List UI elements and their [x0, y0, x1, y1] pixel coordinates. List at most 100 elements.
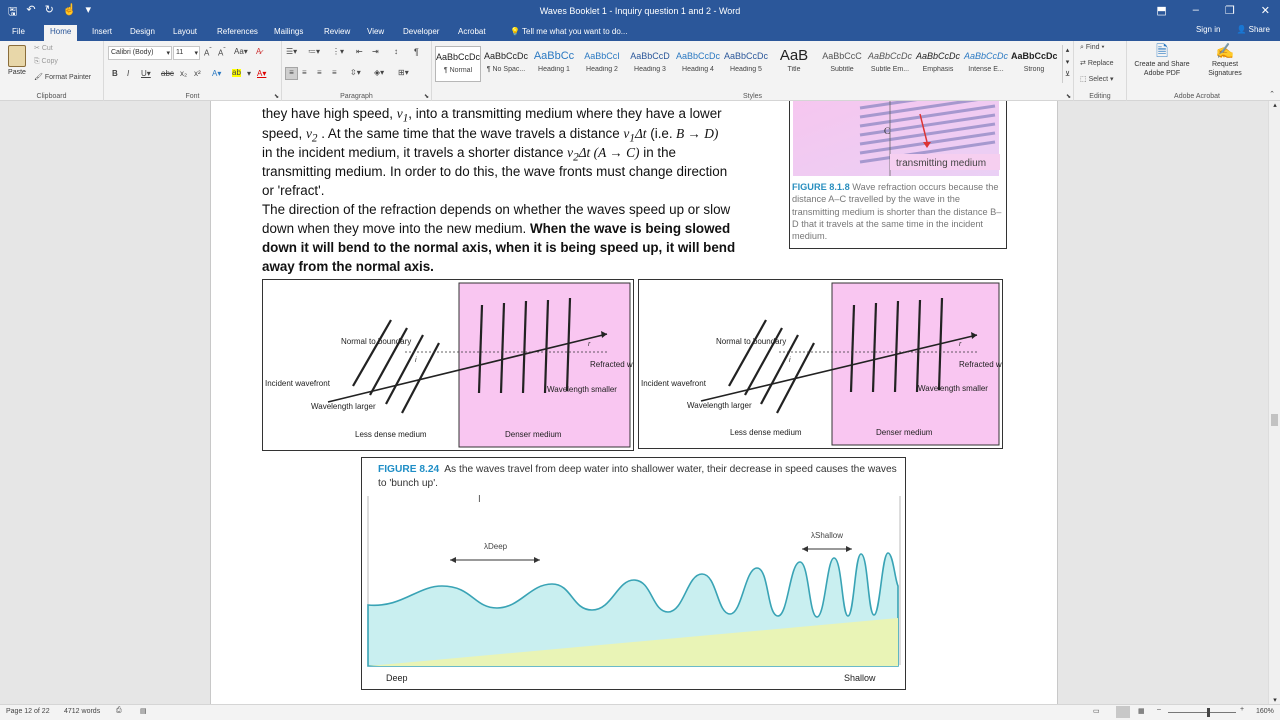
vertical-scrollbar[interactable]: ▴ ▾	[1268, 101, 1280, 704]
minimize-icon[interactable]: –	[1193, 4, 1199, 17]
refraction-figure-2[interactable]: Normal to boundary Incident wavefront Wa…	[638, 279, 1003, 449]
strikethrough-icon[interactable]: abc	[161, 69, 174, 78]
dialog-launcher-icon[interactable]: ⬊	[274, 93, 279, 100]
decrease-indent-icon[interactable]: ⇤	[356, 47, 363, 56]
tab-layout[interactable]: Layout	[167, 25, 203, 41]
borders-icon[interactable]: ⊞▾	[398, 68, 409, 77]
paste-button[interactable]: Paste	[5, 45, 29, 76]
font-size-select[interactable]: 11 ▾	[173, 46, 200, 60]
shrink-font-icon[interactable]: Aˇ	[218, 47, 226, 58]
tab-design[interactable]: Design	[124, 25, 161, 41]
tab-file[interactable]: File	[6, 25, 31, 41]
highlight-icon[interactable]: ab	[232, 69, 241, 77]
scroll-down-icon[interactable]: ▾	[1269, 696, 1280, 704]
copy-button[interactable]: ⎘ Copy	[34, 58, 58, 66]
style-item[interactable]: AaBbCcDc Heading 4	[675, 46, 721, 82]
replace-button[interactable]: ⇄ Replace	[1080, 59, 1114, 67]
tab-mailings[interactable]: Mailings	[268, 25, 309, 41]
style-item[interactable]: AaBbCcDc Subtle Em...	[867, 46, 913, 82]
font-name-select[interactable]: Calibri (Body) ▾	[108, 46, 172, 60]
increase-indent-icon[interactable]: ⇥	[372, 47, 379, 56]
clear-format-icon[interactable]: A̷	[256, 47, 261, 56]
shading-icon[interactable]: ◈▾	[374, 68, 384, 77]
style-item[interactable]: AaBbCcC Subtitle	[819, 46, 865, 82]
format-painter-button[interactable]: 🖌 Format Painter	[34, 73, 91, 81]
tab-references[interactable]: References	[211, 25, 264, 41]
font-color-icon[interactable]: A▾	[257, 69, 266, 78]
dialog-launcher-icon[interactable]: ⬊	[424, 93, 429, 100]
styles-scroll[interactable]: ▴ ▾ ⊻	[1062, 45, 1072, 83]
text-effects-icon[interactable]: A▾	[212, 69, 221, 78]
body-line: down it will bend to the normal axis, wh…	[262, 240, 736, 255]
acrobat-group: 🗎 Create and Share Adobe PDF ✍ Request S…	[1127, 41, 1267, 101]
align-right-icon[interactable]: ≡	[317, 68, 322, 77]
restore-icon[interactable]: ❐	[1225, 4, 1235, 17]
align-left-icon[interactable]: ≡	[285, 67, 298, 80]
tab-view[interactable]: View	[361, 25, 390, 41]
superscript-icon[interactable]: x²	[194, 69, 201, 78]
cut-button[interactable]: ✂ Cut	[34, 44, 53, 52]
scroll-up-icon[interactable]: ▴	[1269, 101, 1280, 109]
underline-icon[interactable]: U▾	[141, 69, 151, 78]
style-item[interactable]: AaBbCcDc ¶ No Spac...	[483, 46, 529, 82]
refraction-figure-1[interactable]: Normal to boundary Incident wavefront Wa…	[262, 279, 634, 451]
tab-acrobat[interactable]: Acrobat	[452, 25, 492, 41]
subscript-icon[interactable]: x₂	[180, 69, 187, 78]
tab-developer[interactable]: Developer	[397, 25, 445, 41]
align-center-icon[interactable]: ≡	[302, 68, 307, 77]
document-page[interactable]: they have high speed, v1, into a transmi…	[210, 101, 1058, 704]
tab-review[interactable]: Review	[318, 25, 356, 41]
style-item[interactable]: AaB Title	[771, 46, 817, 82]
change-case-icon[interactable]: Aa▾	[234, 47, 248, 56]
select-button[interactable]: ⬚ Select ▾	[1080, 75, 1114, 83]
line-spacing-icon[interactable]: ⇳▾	[350, 68, 361, 77]
dialog-launcher-icon[interactable]: ⬊	[1066, 93, 1071, 100]
italic-icon[interactable]: I	[127, 69, 129, 78]
style-item[interactable]: AaBbCcDc Emphasis	[915, 46, 961, 82]
scrollbar-thumb[interactable]	[1271, 414, 1278, 426]
request-signatures-button[interactable]: ✍ Request Signatures	[1199, 44, 1251, 78]
justify-icon[interactable]: ≡	[332, 68, 337, 77]
tell-me-box[interactable]: 💡 Tell me what you want to do...	[504, 25, 633, 41]
ribbon: Paste ✂ Cut ⎘ Copy 🖌 Format Painter Clip…	[0, 41, 1280, 101]
style-item[interactable]: AaBbCc Heading 1	[531, 46, 577, 82]
style-item[interactable]: AaBbCcDc Heading 5	[723, 46, 769, 82]
style-item[interactable]: AaBbCcDc ¶ Normal	[435, 46, 481, 82]
sort-icon[interactable]: ↕	[394, 47, 398, 56]
zoom-out-icon[interactable]: –	[1157, 706, 1161, 713]
tab-insert[interactable]: Insert	[86, 25, 118, 41]
style-item[interactable]: AaBbCcI Heading 2	[579, 46, 625, 82]
word-count[interactable]: 4712 words	[64, 708, 100, 715]
zoom-level[interactable]: 160%	[1256, 708, 1274, 715]
document-area[interactable]: they have high speed, v1, into a transmi…	[0, 101, 1268, 704]
collapse-ribbon-icon[interactable]: ⌃	[1269, 90, 1275, 98]
share-button[interactable]: 👤 Share	[1236, 25, 1270, 34]
print-layout-icon[interactable]	[1116, 706, 1130, 718]
close-icon[interactable]: ✕	[1261, 4, 1270, 17]
style-item[interactable]: AaBbCcDc Intense E...	[963, 46, 1009, 82]
zoom-slider[interactable]	[1168, 712, 1236, 713]
macro-icon[interactable]: ▤	[140, 707, 147, 715]
bold-icon[interactable]: B	[112, 69, 118, 78]
create-pdf-button[interactable]: 🗎 Create and Share Adobe PDF	[1130, 44, 1194, 78]
numbering-icon[interactable]: ≔▾	[308, 47, 320, 56]
tab-home[interactable]: Home	[44, 25, 78, 41]
sign-in-link[interactable]: Sign in	[1196, 25, 1220, 34]
ribbon-display-icon[interactable]: ⬒	[1156, 4, 1166, 17]
style-item[interactable]: AaBbCcDc Strong	[1011, 46, 1057, 82]
find-button[interactable]: ⌕ Find ▾	[1080, 44, 1104, 52]
zoom-in-icon[interactable]: +	[1240, 706, 1244, 713]
show-marks-icon[interactable]: ¶	[414, 47, 419, 57]
figure-8-1-8[interactable]: C transmitting medium FIGURE 8.1.8 Wave …	[789, 101, 1007, 249]
style-item[interactable]: AaBbCcD Heading 3	[627, 46, 673, 82]
web-layout-icon[interactable]: ▦	[1138, 707, 1145, 715]
read-mode-icon[interactable]: ▭	[1093, 707, 1100, 715]
proofing-icon[interactable]: ⎙	[116, 707, 122, 715]
figure-8-24[interactable]: FIGURE 8.24 As the waves travel from dee…	[361, 457, 906, 690]
highlight-dropdown-icon[interactable]: ▾	[247, 69, 251, 78]
zoom-slider-thumb[interactable]	[1207, 708, 1210, 717]
grow-font-icon[interactable]: Aˆ	[204, 47, 212, 58]
page-count[interactable]: Page 12 of 22	[6, 708, 50, 715]
multilevel-list-icon[interactable]: ⋮▾	[332, 47, 344, 56]
bullets-icon[interactable]: ☰▾	[286, 47, 297, 56]
